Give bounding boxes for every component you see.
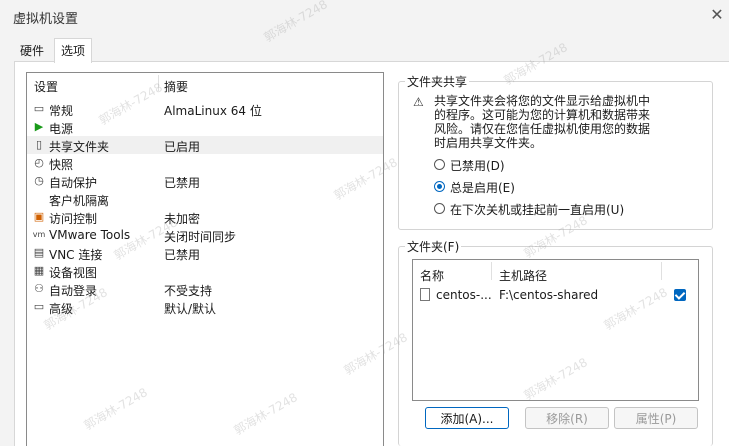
settings-row[interactable]: vm VMware Tools 关闭时间同步 — [27, 226, 383, 244]
warning-icon: ⚠ — [413, 95, 424, 109]
column-header-summary[interactable]: 摘要 — [164, 78, 188, 95]
table-row[interactable]: centos-... F:\centos-shared — [413, 286, 698, 304]
column-header-setting[interactable]: 设置 — [34, 78, 58, 95]
setting-summary: 已禁用 — [164, 176, 201, 190]
settings-row[interactable]: ▶ 电源 — [27, 118, 383, 136]
setting-name: 自动登录 — [49, 284, 98, 298]
add-button[interactable]: 添加(A)... — [425, 407, 509, 429]
general-icon: ▭ — [33, 102, 45, 115]
radio-label[interactable]: 总是启用(E) — [450, 179, 515, 196]
sharing-warning-text: 共享文件夹会将您的文件显示给虚拟机中的程序。这可能为您的计算机和数据带来风险。请… — [434, 94, 651, 150]
settings-list[interactable]: 设置 摘要 ▭ 常规 AlmaLinux 64 位 ▶ 电源 ▯ 共享文件夹 已启用 ◴ 快照 ◷ 自… — [26, 72, 384, 446]
setting-name: 常规 — [49, 104, 74, 118]
snapshot-icon: ◴ — [34, 156, 44, 169]
folder-name: centos-... — [436, 288, 492, 302]
setting-name: 访问控制 — [49, 212, 98, 226]
setting-name: 共享文件夹 — [49, 140, 110, 154]
setting-summary: 已禁用 — [164, 248, 201, 262]
settings-row[interactable]: ◷ 自动保护 已禁用 — [27, 172, 383, 190]
folders-table[interactable]: 名称 主机路径 centos-... F:\centos-shared — [412, 259, 699, 401]
tab-hardware[interactable]: 硬件 — [16, 41, 48, 61]
autoprotect-icon: ◷ — [34, 174, 44, 187]
column-divider[interactable] — [158, 75, 159, 91]
power-icon: ▶ — [34, 120, 44, 133]
settings-row[interactable]: ◴ 快照 — [27, 154, 383, 172]
setting-summary: 关闭时间同步 — [164, 230, 237, 244]
setting-name: 电源 — [49, 122, 74, 136]
title-bar: 虚拟机设置 ✕ — [0, 0, 729, 32]
setting-summary: AlmaLinux 64 位 — [164, 104, 262, 118]
setting-summary: 未加密 — [164, 212, 201, 226]
autologin-icon: ⚇ — [34, 282, 44, 295]
setting-name: 快照 — [49, 158, 74, 172]
radio-indicator[interactable] — [434, 203, 445, 214]
settings-row[interactable]: ⚇ 自动登录 不受支持 — [27, 280, 383, 298]
folder-icon — [420, 288, 430, 301]
setting-name: 客户机隔离 — [49, 194, 110, 208]
settings-row[interactable]: ▤ VNC 连接 已禁用 — [27, 244, 383, 262]
radio-indicator[interactable] — [434, 181, 445, 192]
setting-summary: 不受支持 — [164, 284, 213, 298]
settings-row[interactable]: ▭ 高级 默认/默认 — [27, 298, 383, 316]
setting-name: 设备视图 — [49, 266, 98, 280]
settings-list-header: 设置 摘要 — [27, 73, 383, 95]
settings-row[interactable]: 客户机隔离 — [27, 190, 383, 208]
folder-host-path: F:\centos-shared — [499, 288, 599, 302]
device-view-icon: ▦ — [33, 264, 45, 277]
column-header-host-path[interactable]: 主机路径 — [499, 267, 547, 284]
remove-button[interactable]: 移除(R) — [525, 407, 609, 429]
setting-name: VNC 连接 — [49, 248, 103, 262]
tab-options[interactable]: 选项 — [54, 38, 93, 63]
settings-row[interactable]: ▭ 常规 AlmaLinux 64 位 — [27, 100, 383, 118]
column-header-name[interactable]: 名称 — [420, 267, 444, 284]
setting-summary: 默认/默认 — [164, 302, 217, 316]
radio-indicator[interactable] — [434, 159, 445, 170]
window-title: 虚拟机设置 — [13, 12, 79, 27]
radio-label[interactable]: 在下次关机或挂起前一直启用(U) — [450, 201, 624, 218]
setting-name: VMware Tools — [49, 228, 131, 242]
advanced-icon: ▭ — [33, 300, 45, 313]
folder-enabled-checkbox[interactable] — [674, 289, 686, 301]
vmware-tools-icon: vm — [32, 230, 46, 239]
folders-legend: 文件夹(F) — [405, 238, 462, 255]
column-divider[interactable] — [491, 262, 492, 280]
setting-name: 高级 — [49, 302, 74, 316]
properties-button[interactable]: 属性(P) — [614, 407, 698, 429]
folder-sharing-legend: 文件夹共享 — [405, 73, 470, 90]
vnc-icon: ▤ — [33, 246, 45, 259]
settings-row[interactable]: ▯ 共享文件夹 已启用 — [27, 136, 383, 154]
access-control-icon: ▣ — [33, 210, 45, 223]
close-icon[interactable]: ✕ — [706, 4, 728, 26]
settings-row[interactable]: ▣ 访问控制 未加密 — [27, 208, 383, 226]
settings-row[interactable]: ▦ 设备视图 — [27, 262, 383, 280]
setting-summary: 已启用 — [164, 140, 201, 154]
setting-name: 自动保护 — [49, 176, 98, 190]
column-divider[interactable] — [661, 262, 662, 280]
shared-folders-icon: ▯ — [35, 138, 43, 151]
radio-label[interactable]: 已禁用(D) — [450, 157, 505, 174]
isolation-icon — [32, 192, 46, 206]
